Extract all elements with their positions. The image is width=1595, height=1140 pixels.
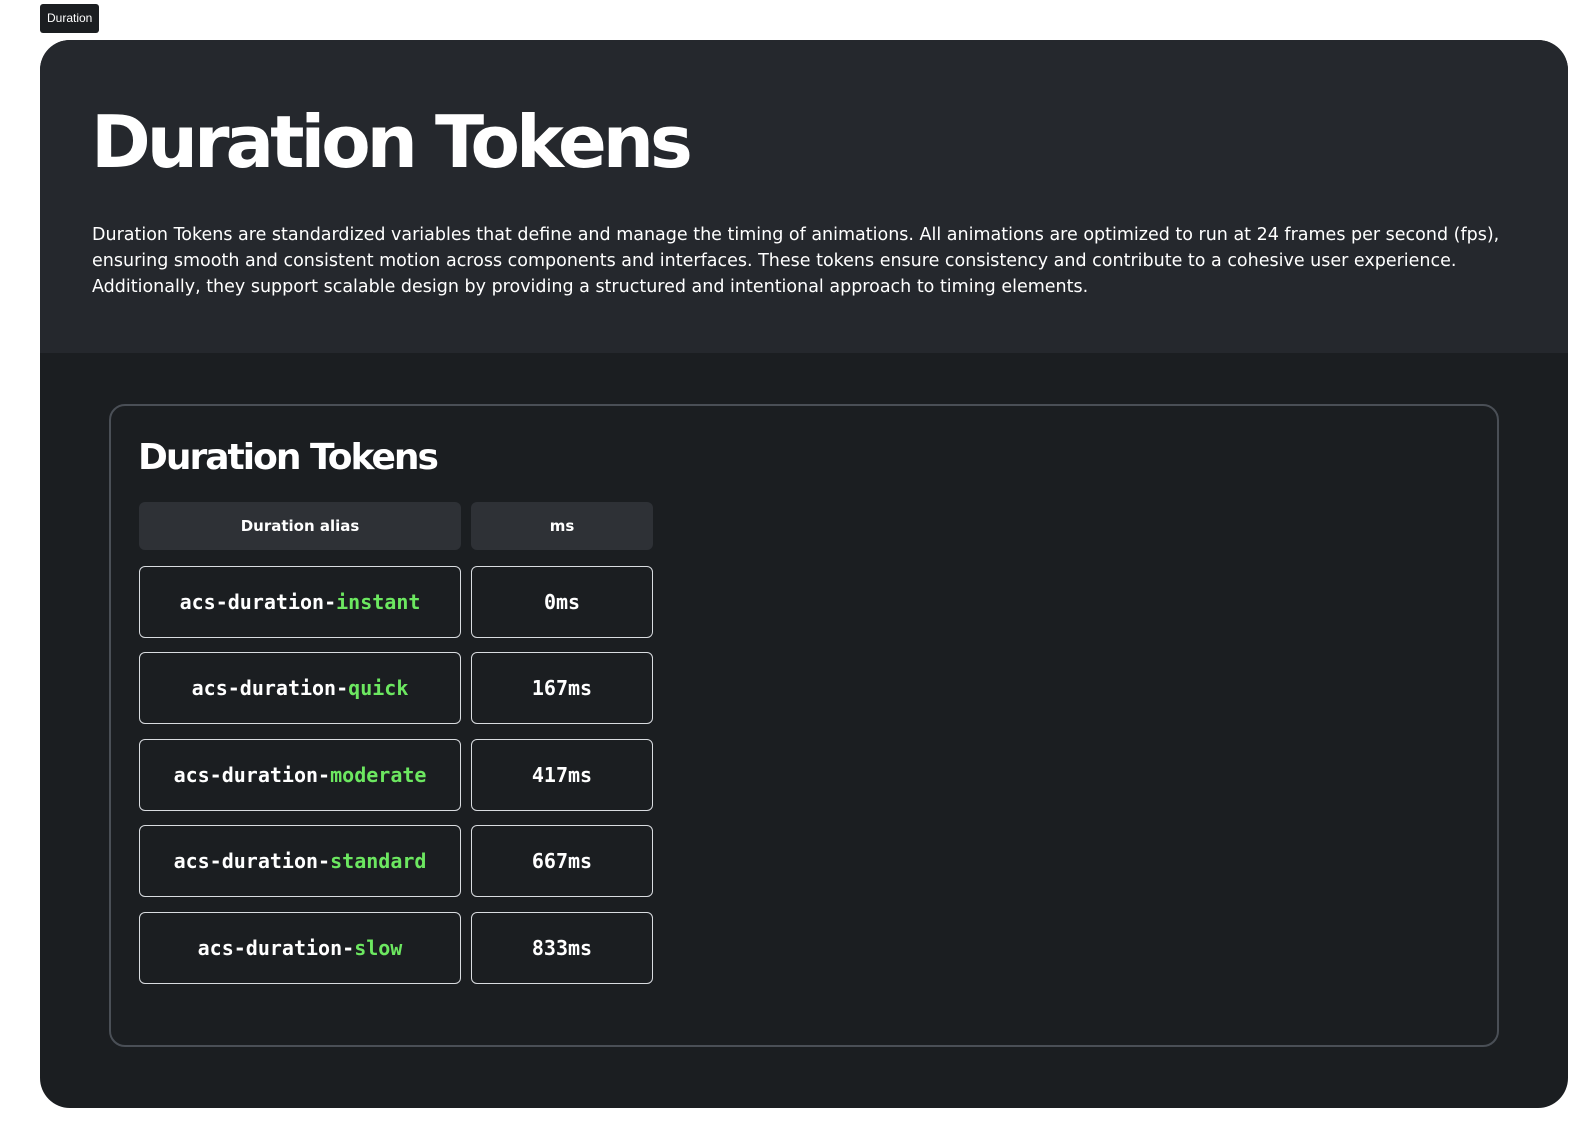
duration-card: Duration Tokens Duration Tokens are stan… [40,40,1568,1108]
token-prefix: acs-duration- [173,849,331,873]
token-name: moderate [330,763,427,787]
token-alias-cell: acs-duration-quick [139,652,461,724]
token-prefix: acs-duration- [197,936,355,960]
token-ms-cell: 833ms [471,912,653,984]
token-ms-cell: 667ms [471,825,653,897]
token-alias-cell: acs-duration-moderate [139,739,461,811]
token-prefix: acs-duration- [191,676,349,700]
token-ms-cell: 167ms [471,652,653,724]
page-description: Duration Tokens are standardized variabl… [92,225,1500,297]
token-name: slow [354,936,403,960]
token-alias-cell: acs-duration-slow [139,912,461,984]
column-header-ms: ms [471,502,653,550]
token-ms-cell: 0ms [471,566,653,638]
token-name: instant [336,590,421,614]
frame-label: Duration [40,4,100,33]
token-ms-cell: 417ms [471,739,653,811]
token-alias-cell: acs-duration-instant [139,566,461,638]
token-prefix: acs-duration- [179,590,337,614]
column-header-alias: Duration alias [139,502,461,550]
token-prefix: acs-duration- [173,763,331,787]
panel-title: Duration Tokens [138,437,439,478]
hero-section: Duration Tokens Duration Tokens are stan… [40,40,1568,353]
page-title: Duration Tokens [91,100,693,184]
token-alias-cell: acs-duration-standard [139,825,461,897]
token-name: quick [348,676,409,700]
tokens-panel: Duration Tokens Duration alias ms acs-du… [109,404,1499,1047]
token-name: standard [330,849,427,873]
